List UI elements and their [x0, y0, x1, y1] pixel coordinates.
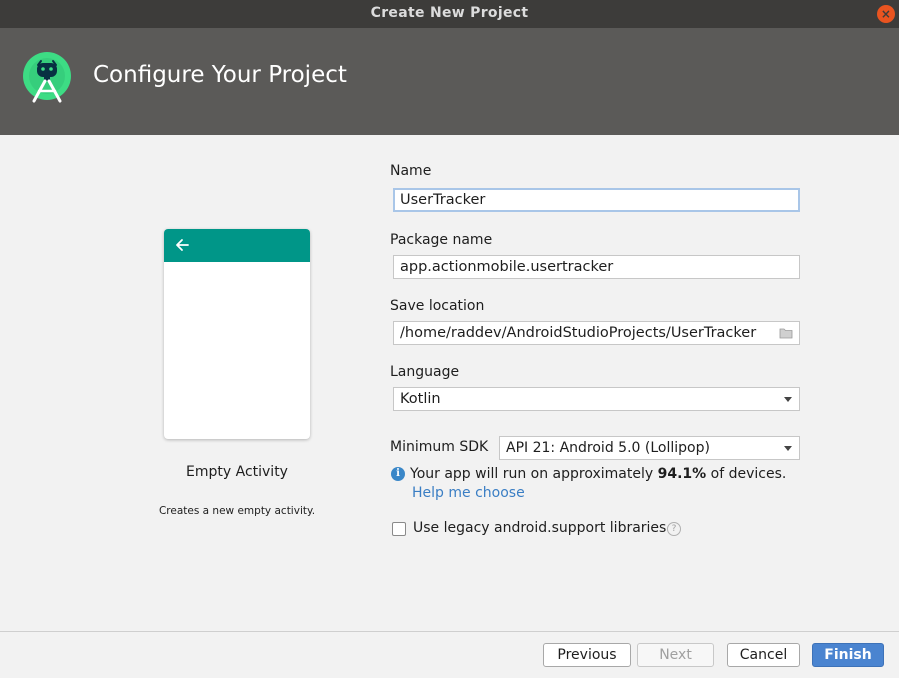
window-title: Create New Project — [370, 5, 529, 21]
coverage-percent: 94.1% — [657, 466, 707, 482]
save-location-value: /home/raddev/AndroidStudioProjects/UserT… — [400, 325, 757, 341]
min-sdk-value: API 21: Android 5.0 (Lollipop) — [506, 440, 710, 456]
cancel-button[interactable]: Cancel — [727, 643, 800, 667]
help-me-choose-link[interactable]: Help me choose — [412, 485, 525, 501]
template-name: Empty Activity — [186, 464, 288, 480]
close-icon[interactable]: × — [877, 5, 895, 23]
chevron-down-icon — [784, 446, 792, 451]
template-description: Creates a new empty activity. — [158, 505, 316, 517]
legacy-support-checkbox[interactable] — [392, 522, 406, 536]
name-label: Name — [390, 163, 432, 179]
min-sdk-select[interactable]: API 21: Android 5.0 (Lollipop) — [499, 436, 800, 460]
save-location-label: Save location — [390, 298, 485, 314]
device-coverage-text: Your app will run on approximately 94.1%… — [410, 466, 786, 482]
dialog-header: Configure Your Project — [0, 28, 899, 135]
name-field[interactable]: UserTracker — [393, 188, 800, 212]
language-label: Language — [390, 364, 460, 380]
legacy-support-label[interactable]: Use legacy android.support libraries — [413, 520, 666, 536]
help-icon[interactable]: ? — [667, 522, 681, 536]
folder-icon[interactable] — [779, 327, 793, 339]
language-select[interactable]: Kotlin — [393, 387, 800, 411]
footer-divider — [0, 631, 899, 632]
coverage-prefix: Your app will run on approximately — [410, 466, 658, 482]
android-studio-icon — [23, 52, 71, 103]
min-sdk-label: Minimum SDK — [390, 439, 489, 455]
save-location-field[interactable]: /home/raddev/AndroidStudioProjects/UserT… — [393, 321, 800, 345]
info-icon: i — [391, 467, 405, 481]
page-title: Configure Your Project — [93, 62, 347, 88]
coverage-suffix: of devices. — [706, 466, 787, 482]
package-label: Package name — [390, 232, 493, 248]
activity-preview — [164, 229, 310, 439]
previous-button[interactable]: Previous — [543, 643, 631, 667]
language-value: Kotlin — [400, 391, 441, 407]
window-titlebar: Create New Project × — [0, 0, 899, 28]
preview-toolbar — [164, 229, 310, 262]
finish-button[interactable]: Finish — [812, 643, 884, 667]
chevron-down-icon — [784, 397, 792, 402]
package-field[interactable]: app.actionmobile.usertracker — [393, 255, 800, 279]
back-arrow-icon — [176, 239, 189, 251]
next-button[interactable]: Next — [637, 643, 714, 667]
